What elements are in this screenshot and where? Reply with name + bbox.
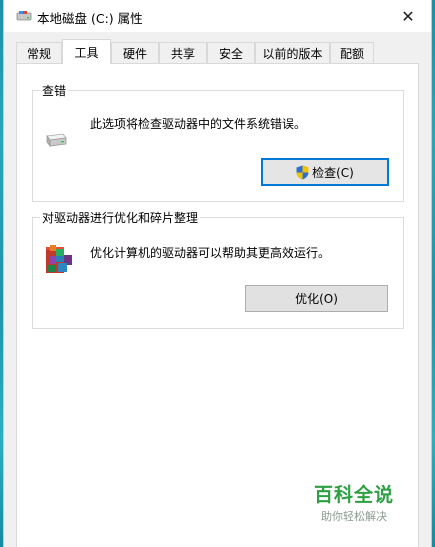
check-button[interactable]: 检查(C) [261,158,389,186]
tab-tools[interactable]: 工具 [62,39,111,64]
error-check-title: 查错 [40,82,69,99]
watermark-sub: 助你轻松解决 [321,510,387,523]
defrag-icon [46,245,72,273]
tab-security[interactable]: 安全 [207,42,255,63]
tab-previous-versions[interactable]: 以前的版本 [255,42,330,63]
tools-panel: 查错 此选项将检查驱动器中的文件系统错误。 检查(C) 对驱动器进行优化和碎片整… [16,63,419,547]
optimize-button[interactable]: 优化(O) [245,285,388,312]
check-button-label: 检查(C) [312,165,354,180]
properties-window: 本地磁盘 (C:) 属性 ✕ 常规 工具 硬件 共享 安全 以前的版本 配额 查… [4,0,431,547]
optimize-button-label: 优化(O) [295,292,338,306]
optimize-title: 对驱动器进行优化和碎片整理 [40,209,201,226]
error-check-group: 查错 此选项将检查驱动器中的文件系统错误。 检查(C) [32,82,404,202]
optimize-group: 对驱动器进行优化和碎片整理 优化计算机的驱动器可以帮助其更高效运行。 优化(O) [32,209,404,329]
uac-shield-icon [296,165,309,179]
tab-hardware[interactable]: 硬件 [111,42,159,63]
drive-icon [46,133,67,148]
close-icon: ✕ [401,6,415,26]
optimize-description: 优化计算机的驱动器可以帮助其更高效运行。 [90,246,331,260]
error-check-description: 此选项将检查驱动器中的文件系统错误。 [90,117,307,131]
tab-quota[interactable]: 配额 [330,42,374,63]
watermark-main: 百科全说 [314,484,395,506]
drive-title-icon [16,11,32,21]
tab-bar: 常规 工具 硬件 共享 安全 以前的版本 配额 [16,39,421,64]
tab-general[interactable]: 常规 [16,42,62,63]
window-title: 本地磁盘 (C:) 属性 [37,11,143,26]
watermark: 百科全说 助你轻松解决 [314,480,394,524]
title-bar: 本地磁盘 (C:) 属性 ✕ [4,0,431,32]
close-button[interactable]: ✕ [385,0,431,32]
tab-sharing[interactable]: 共享 [159,42,207,63]
